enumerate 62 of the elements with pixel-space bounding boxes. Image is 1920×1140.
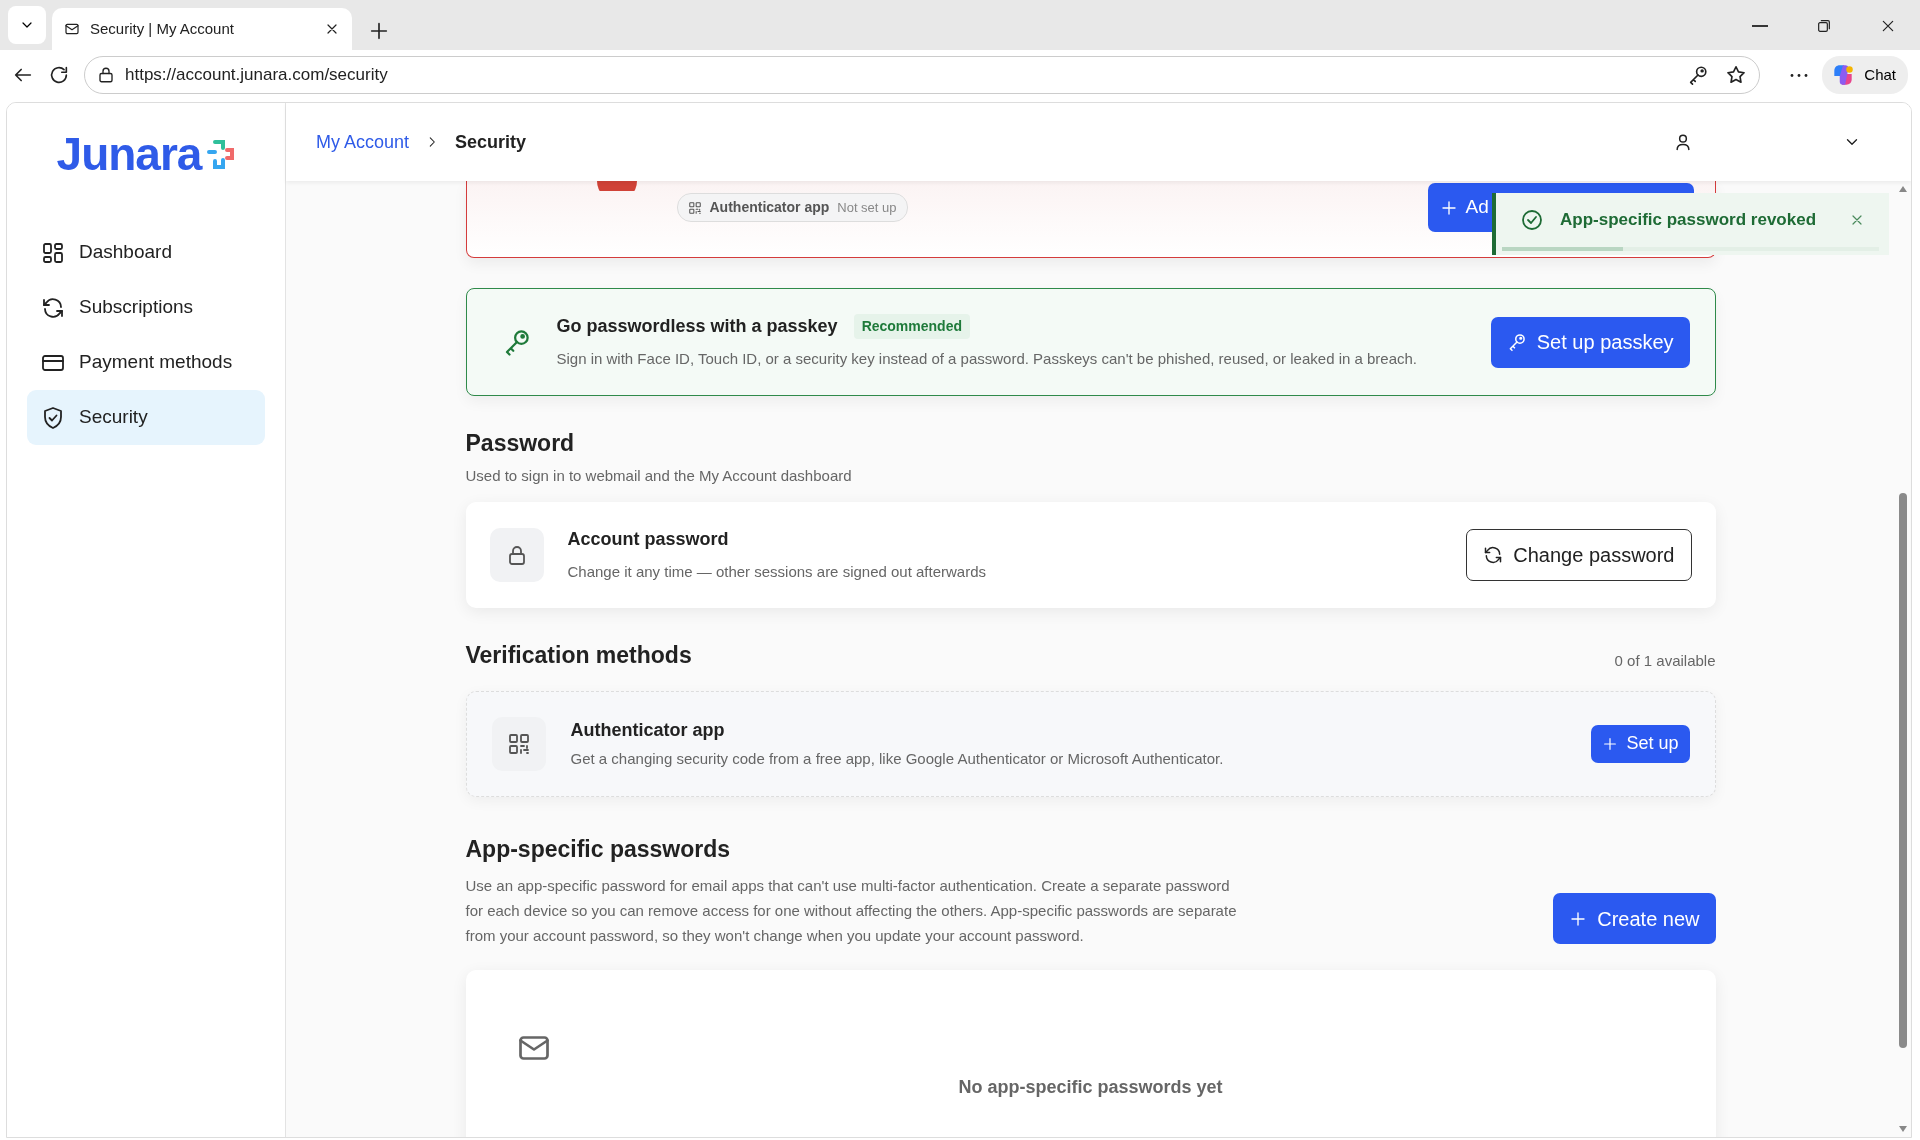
refresh-icon	[41, 295, 65, 320]
section-heading: App-specific passwords	[465, 834, 732, 864]
availability-count: 0 of 1 available	[1614, 651, 1716, 671]
user-icon	[1673, 132, 1693, 152]
lock-icon	[97, 66, 115, 84]
scroll-up-icon[interactable]	[1898, 185, 1908, 193]
chip-label: Authenticator app	[709, 198, 830, 217]
shield-icon	[41, 405, 65, 430]
toast-message: App-specific password revoked	[1560, 209, 1817, 232]
qr-code-icon	[687, 200, 702, 215]
mail-icon	[64, 21, 80, 37]
set-up-button[interactable]: Set up	[1591, 724, 1690, 763]
sidebar-item[interactable]: Subscriptions	[27, 280, 265, 335]
recommended-badge: Recommended	[853, 314, 970, 340]
set-up-passkey-button[interactable]: Set up passkey	[1490, 316, 1690, 368]
sidebar-item[interactable]: Dashboard	[27, 225, 265, 280]
url-text: https://account.junara.com/security	[125, 64, 388, 87]
sidebar-item[interactable]: Payment methods	[27, 335, 265, 390]
card-title: Account password	[567, 528, 730, 552]
close-window-button[interactable]	[1880, 18, 1896, 34]
create-new-button[interactable]: Create new	[1553, 893, 1716, 945]
section-heading: Verification methods	[465, 641, 692, 670]
minimize-icon	[1752, 25, 1768, 27]
browser-tab[interactable]: Security | My Account	[52, 8, 352, 50]
plus-icon	[1602, 735, 1619, 752]
chip-status: Not set up	[837, 198, 897, 217]
card-description: Get a changing security code from a free app, like Google Authenticator or Microsoft Authenticator.	[570, 748, 1225, 769]
tab-title: Security | My Account	[90, 18, 234, 39]
section-subtitle: Used to sign in to webmail and the My Account dashboard	[465, 465, 853, 486]
new-tab-button[interactable]	[368, 20, 390, 42]
check-circle-icon	[1520, 208, 1544, 232]
reload-button[interactable]	[48, 64, 70, 86]
breadcrumb-link[interactable]: My Account	[316, 128, 410, 156]
qr-code-icon	[506, 731, 531, 756]
reload-icon	[48, 64, 70, 86]
section-heading: Password	[465, 429, 576, 458]
empty-state-text: No app-specific passwords yet	[958, 1077, 1223, 1098]
change-password-button[interactable]: Change password	[1466, 529, 1692, 581]
chat-button[interactable]: Chat	[1822, 56, 1908, 94]
scrollbar-thumb[interactable]	[1899, 493, 1907, 1048]
card-description: Change it any time — other sessions are signed out afterwards	[567, 562, 988, 583]
passkey-title: Go passwordless with a passkey	[556, 315, 838, 339]
logo-text: Junara	[56, 131, 202, 177]
refresh-icon	[1483, 545, 1504, 565]
scroll-down-icon[interactable]	[1898, 1125, 1908, 1133]
close-icon	[1880, 18, 1896, 34]
grid-icon	[41, 240, 65, 265]
plus-icon	[1439, 198, 1458, 217]
breadcrumb-current: Security	[455, 130, 527, 154]
plus-icon	[1569, 909, 1588, 928]
plus-icon	[368, 20, 390, 42]
key-icon	[1687, 64, 1710, 86]
star-icon	[1725, 64, 1748, 86]
sidebar-item[interactable]: Security	[27, 390, 265, 445]
logo-mark-icon	[205, 138, 236, 170]
restore-button[interactable]	[1816, 18, 1832, 34]
more-icon	[1790, 73, 1809, 77]
passkey-description: Sign in with Face ID, Touch ID, or a security key instead of a password. Passkeys can't be phished, reused, or leaked in a breach.	[556, 349, 1419, 370]
more-button[interactable]	[1790, 73, 1809, 77]
section-description: Use an app-specific password for email apps that can't use multi-factor authentication. Create a separate password for each device so you can remove access for one without affecting the others. App-specific passwords are separate from your account password, so they won't change when you update your account password.	[465, 876, 1238, 946]
card-title: Authenticator app	[570, 718, 726, 742]
restore-icon	[1816, 18, 1832, 34]
